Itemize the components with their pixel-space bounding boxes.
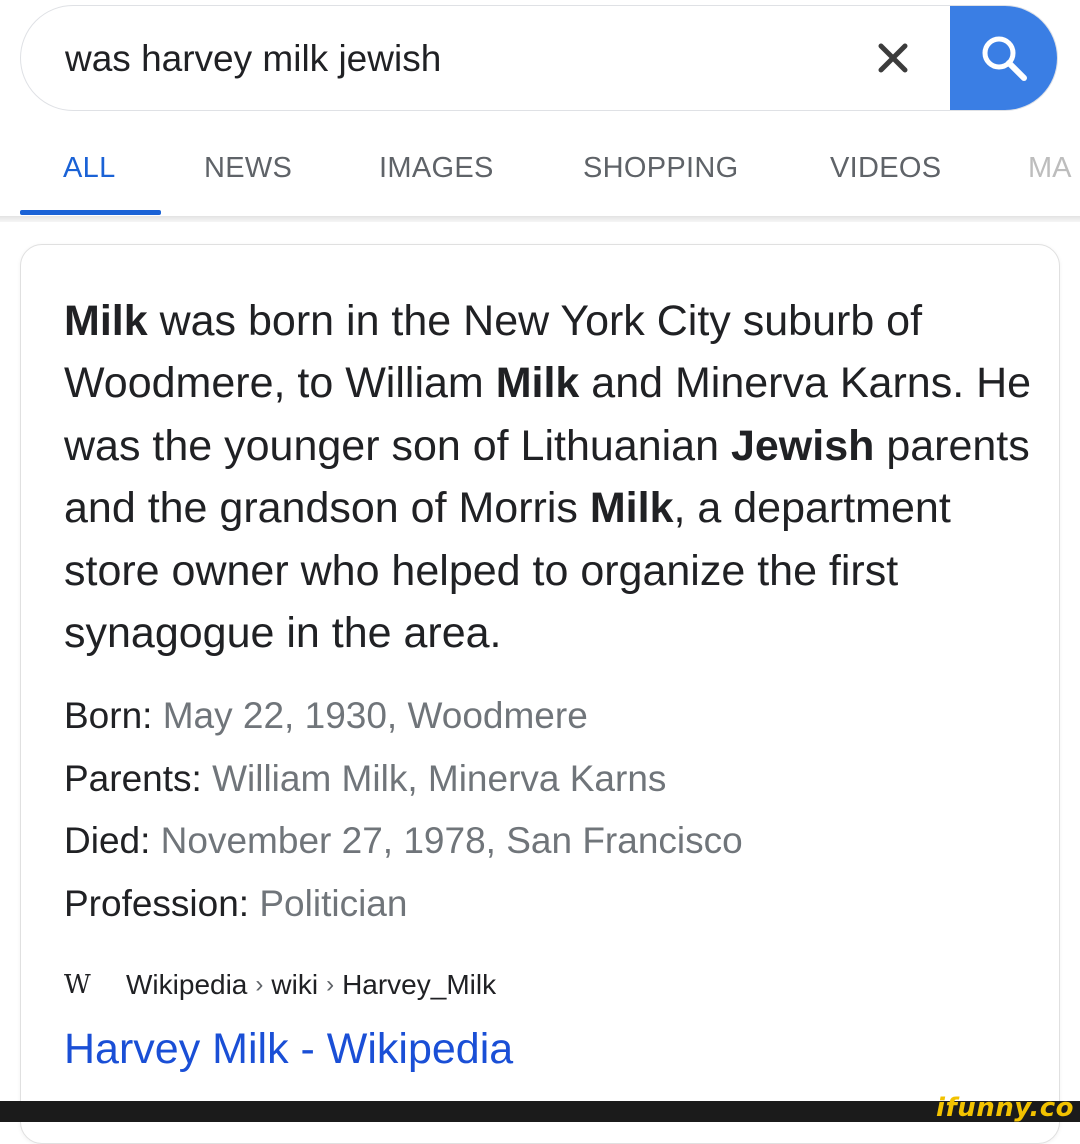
snippet-bold-term: Milk [64,297,148,345]
tab-images[interactable]: IMAGES [379,152,494,185]
fact-died: Died: November 27, 1978, San Francisco [64,810,1024,873]
fact-value-link[interactable]: May 22, 1930, Woodmere [163,695,588,736]
ifunny-watermark: ifunny.co [936,1093,1074,1123]
tabs-divider [0,216,1080,222]
breadcrumb-path: wiki [271,969,319,1000]
fact-value-link[interactable]: Politician [259,883,407,924]
breadcrumb-site: Wikipedia [126,969,248,1000]
breadcrumb-separator: › [326,971,335,998]
snippet-bold-term: Milk [495,359,580,408]
magnifier-icon [982,36,1027,81]
result-title-link[interactable]: Harvey Milk - Wikipedia [64,1025,513,1074]
active-tab-indicator [20,210,161,215]
search-button[interactable] [950,6,1057,110]
fact-profession: Profession: Politician [64,873,1024,936]
footer-bar [0,1101,1080,1122]
facts-list: Born: May 22, 1930, Woodmere Parents: Wi… [64,685,1024,936]
snippet-text: Milk was born in the New York City subur… [64,290,1039,664]
close-icon [878,43,908,73]
snippet-bold-term: Milk [589,484,674,533]
wikipedia-icon: W [64,970,91,1000]
featured-snippet-card: Milk was born in the New York City subur… [20,244,1060,1144]
fact-parents: Parents: William Milk, Minerva Karns [64,748,1024,811]
source-breadcrumb[interactable]: W Wikipedia › wiki › Harvey_Milk [64,963,496,1007]
tab-all[interactable]: ALL [63,152,116,185]
fact-label: Profession: [64,883,250,925]
breadcrumb-separator: › [255,971,264,998]
snippet-bold-term: Jewish [730,421,875,470]
fact-label: Parents: [64,757,202,799]
tab-shopping[interactable]: SHOPPING [583,152,739,185]
fact-born: Born: May 22, 1930, Woodmere [64,685,1024,748]
tab-videos[interactable]: VIDEOS [830,152,941,185]
search-bar [20,5,1058,111]
breadcrumb-page: Harvey_Milk [342,969,497,1000]
tab-more-truncated[interactable]: MA [1028,152,1080,185]
fact-value-link[interactable]: William Milk, Minerva Karns [212,758,666,799]
clear-search-button[interactable] [863,28,923,88]
fact-label: Born: [64,695,153,736]
search-input[interactable] [65,34,845,84]
fact-value-link[interactable]: November 27, 1978, San Francisco [161,820,743,861]
fact-label: Died: [64,820,151,862]
tab-news[interactable]: NEWS [204,152,292,185]
search-tabs: ALL NEWS IMAGES SHOPPING VIDEOS MA [0,130,1080,218]
